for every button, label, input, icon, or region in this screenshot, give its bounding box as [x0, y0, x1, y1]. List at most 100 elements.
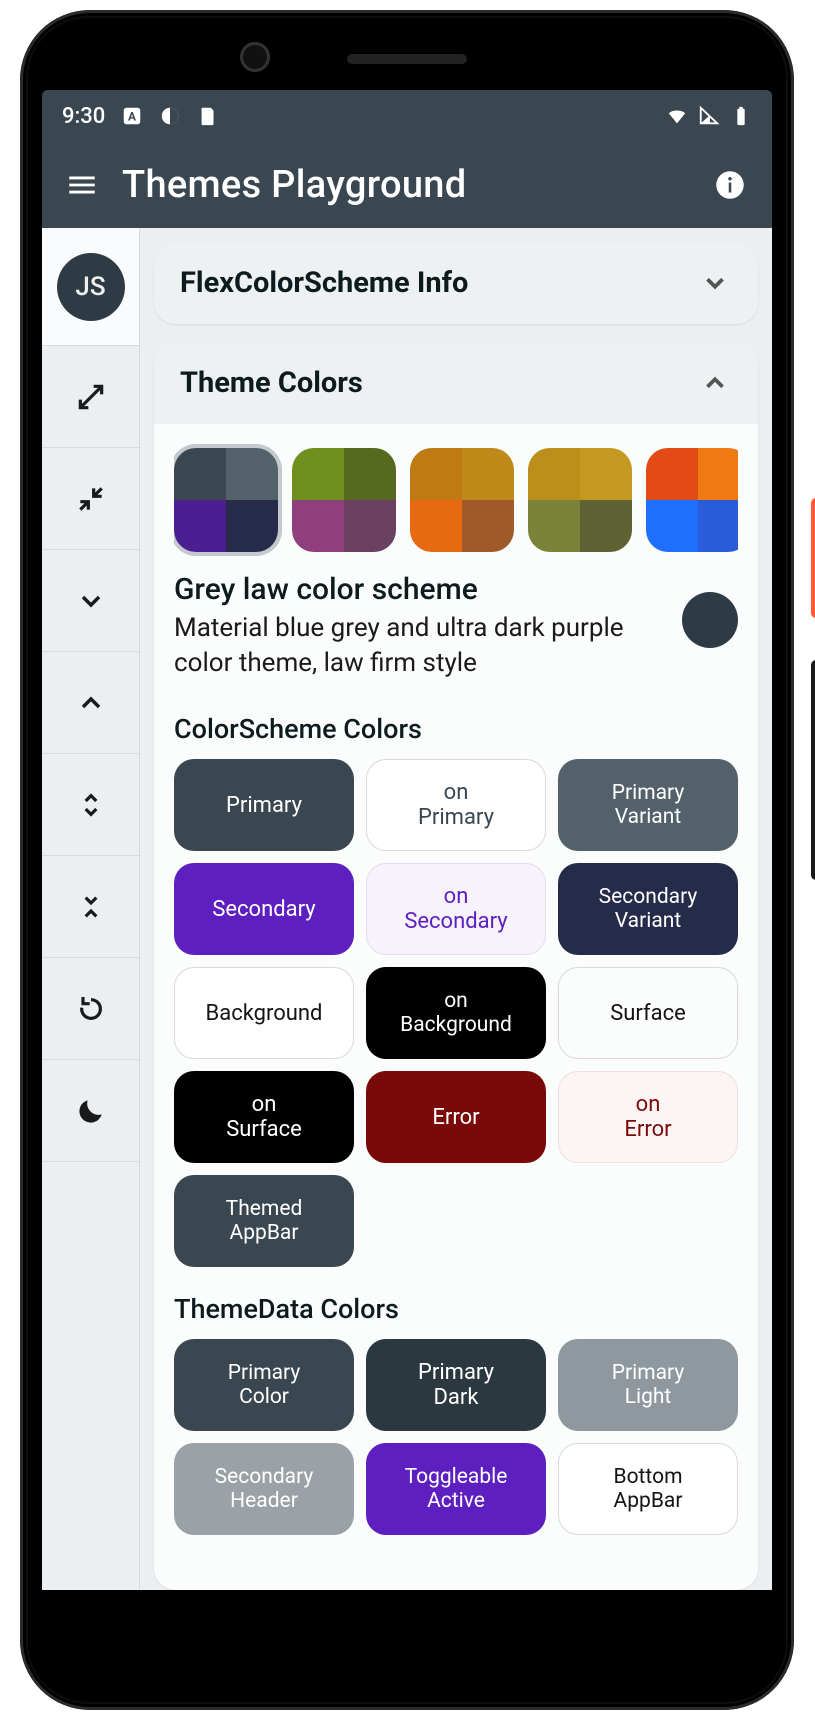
sidebar-item-chevron-up[interactable] — [42, 652, 139, 754]
cellular-icon — [698, 105, 720, 127]
swatch-quadrant — [580, 500, 632, 552]
themedata-chip-primary-color[interactable]: PrimaryColor — [174, 1339, 354, 1431]
colorscheme-chip-secondary-variant[interactable]: SecondaryVariant — [558, 863, 738, 955]
themedata-chip-primary-dark[interactable]: PrimaryDark — [366, 1339, 546, 1431]
swatch-quadrant — [226, 500, 278, 552]
status-sd-icon — [197, 105, 219, 127]
swatch-quadrant — [528, 448, 580, 500]
swatch-quadrant — [410, 500, 462, 552]
sidebar-item-unfold[interactable] — [42, 754, 139, 856]
device-power-button — [811, 498, 815, 618]
moon-icon — [75, 1095, 107, 1127]
status-time: 9:30 — [62, 104, 105, 129]
svg-text:A: A — [128, 110, 136, 124]
colorscheme-chip-primary[interactable]: Primary — [174, 759, 354, 851]
sidebar-item-reset[interactable] — [42, 958, 139, 1060]
swatch-quadrant — [174, 448, 226, 500]
main-content[interactable]: FlexColorScheme Info Theme Colors — [140, 228, 772, 1590]
status-bar: 9:30 A — [42, 90, 772, 142]
themedata-grid: PrimaryColorPrimaryDarkPrimaryLight Secon… — [174, 1339, 738, 1535]
swatch-quadrant — [462, 448, 514, 500]
swatch-quadrant — [528, 500, 580, 552]
sidebar: JS — [42, 228, 140, 1590]
card-header-info[interactable]: FlexColorScheme Info — [154, 242, 758, 324]
swatch-quadrant — [344, 500, 396, 552]
expand-info-button[interactable] — [698, 266, 732, 300]
colorscheme-chip-secondary[interactable]: Secondary — [174, 863, 354, 955]
colorscheme-chip-surface[interactable]: Surface — [558, 967, 738, 1059]
colorscheme-chip-error[interactable]: Error — [366, 1071, 546, 1163]
device-volume-button — [811, 660, 815, 880]
swatch-strip[interactable] — [174, 442, 738, 572]
app-body: JS — [42, 228, 772, 1590]
info-icon — [715, 170, 745, 200]
colorscheme-chip-primary-variant[interactable]: PrimaryVariant — [558, 759, 738, 851]
colorscheme-chip-on-surface[interactable]: onSurface — [174, 1071, 354, 1163]
swatch-quadrant — [580, 448, 632, 500]
status-contrast-icon — [159, 105, 181, 127]
scheme-title: Grey law color scheme — [174, 572, 666, 607]
card-title-theme: Theme Colors — [180, 366, 363, 400]
chevron-down-icon — [75, 585, 107, 617]
colorscheme-chip-on-secondary[interactable]: onSecondary — [366, 863, 546, 955]
screen: 9:30 A — [42, 90, 772, 1590]
swatch-option-1[interactable] — [292, 448, 396, 552]
arrow-expand-icon — [75, 381, 107, 413]
unfold-more-icon — [75, 789, 107, 821]
card-flexcolorscheme-info: FlexColorScheme Info — [154, 242, 758, 324]
swatch-option-2[interactable] — [410, 448, 514, 552]
swatch-quadrant — [410, 448, 462, 500]
sidebar-item-expand[interactable] — [42, 346, 139, 448]
colorscheme-chip-themed-appbar[interactable]: ThemedAppBar — [174, 1175, 354, 1267]
themedata-chip-bottom-appbar[interactable]: BottomAppBar — [558, 1443, 738, 1535]
arrow-collapse-icon — [75, 483, 107, 515]
card-body-theme: Grey law color scheme Material blue grey… — [154, 424, 758, 1590]
sidebar-item-avatar[interactable]: JS — [42, 228, 139, 346]
device-front-camera — [240, 42, 270, 72]
swatch-quadrant — [698, 500, 738, 552]
device-frame: 9:30 A — [20, 10, 794, 1710]
status-badge-icon: A — [121, 105, 143, 127]
avatar: JS — [57, 253, 125, 321]
card-header-theme[interactable]: Theme Colors — [154, 342, 758, 424]
swatch-option-4[interactable] — [646, 448, 738, 552]
info-button[interactable] — [708, 163, 752, 207]
device-chin — [42, 1590, 772, 1660]
colorscheme-chip-on-error[interactable]: onError — [558, 1071, 738, 1163]
swatch-quadrant — [646, 500, 698, 552]
colorscheme-chip-on-primary[interactable]: onPrimary — [366, 759, 546, 851]
unfold-less-icon — [75, 891, 107, 923]
collapse-theme-button[interactable] — [698, 366, 732, 400]
card-title-info: FlexColorScheme Info — [180, 266, 468, 300]
chevron-down-icon — [700, 268, 730, 298]
themedata-chip-toggleable-active[interactable]: ToggleableActive — [366, 1443, 546, 1535]
sidebar-item-dark-mode[interactable] — [42, 1060, 139, 1162]
scheme-color-indicator[interactable] — [682, 592, 738, 648]
swatch-option-3[interactable] — [528, 448, 632, 552]
swatch-option-0[interactable] — [174, 448, 278, 552]
swatch-quadrant — [292, 448, 344, 500]
device-speaker — [347, 54, 467, 64]
colorscheme-chip-background[interactable]: Background — [174, 967, 354, 1059]
colorscheme-chip-on-background[interactable]: onBackground — [366, 967, 546, 1059]
app-title: Themes Playground — [122, 163, 466, 207]
sidebar-item-chevron-down[interactable] — [42, 550, 139, 652]
swatch-quadrant — [646, 448, 698, 500]
menu-button[interactable] — [52, 155, 112, 215]
sidebar-item-collapse[interactable] — [42, 448, 139, 550]
themedata-chip-primary-light[interactable]: PrimaryLight — [558, 1339, 738, 1431]
swatch-quadrant — [226, 448, 278, 500]
swatch-quadrant — [344, 448, 396, 500]
chevron-up-icon — [700, 368, 730, 398]
themedata-chip-secondary-header[interactable]: SecondaryHeader — [174, 1443, 354, 1535]
scheme-description: Material blue grey and ultra dark purple… — [174, 611, 666, 681]
battery-icon — [730, 105, 752, 127]
swatch-quadrant — [698, 448, 738, 500]
section-title-themedata: ThemeData Colors — [174, 1293, 738, 1325]
chevron-up-icon — [75, 687, 107, 719]
sidebar-item-fold[interactable] — [42, 856, 139, 958]
colorscheme-grid: PrimaryonPrimaryPrimaryVariantSecondaryo… — [174, 759, 738, 1287]
section-title-colorscheme: ColorScheme Colors — [174, 713, 738, 745]
app-bar: Themes Playground — [42, 142, 772, 228]
swatch-quadrant — [462, 500, 514, 552]
